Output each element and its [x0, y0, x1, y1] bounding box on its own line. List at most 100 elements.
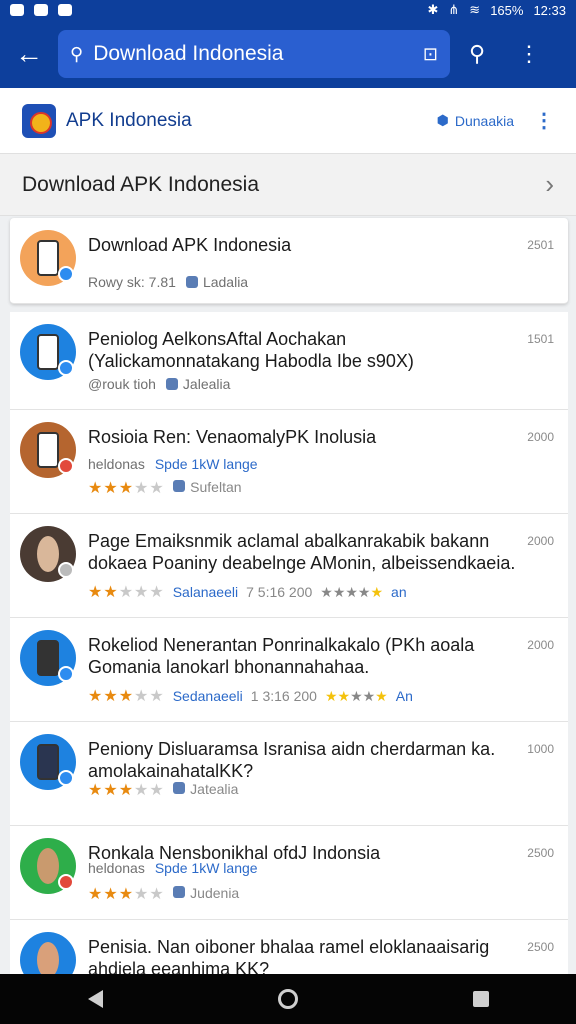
meta-text: heldonas	[88, 456, 145, 472]
rating-tag: Judenia	[172, 885, 240, 903]
site-name[interactable]: APK Indonesia	[66, 110, 192, 132]
section-row[interactable]: Download APK Indonesia ›	[0, 154, 576, 216]
download-icon: ⬢	[436, 112, 449, 128]
notification-icon	[10, 4, 24, 16]
star-empty-icon: ★	[118, 584, 135, 601]
star-filled-icon: ★	[88, 584, 104, 601]
star-empty-icon: ★	[134, 782, 150, 799]
app-thumbnail	[20, 932, 76, 979]
star-empty-icon: ★	[134, 584, 150, 601]
star-filled-icon: ★	[88, 886, 104, 903]
meta-tag-label: Ladalia	[202, 274, 249, 290]
result-meta: heldonas Spde 1kW lange	[88, 456, 258, 472]
rating-tag-label: Judenia	[190, 885, 240, 901]
rating-tag: Sufeltan	[172, 479, 242, 497]
search-input[interactable]: ⚲ Download Indonesia ⊡	[58, 30, 450, 78]
result-count: 1000	[527, 742, 554, 756]
section-title: Download APK Indonesia	[22, 172, 259, 196]
back-arrow-icon[interactable]: ←	[0, 20, 58, 88]
verified-badge-icon	[58, 266, 74, 282]
thumbs-up-icon	[172, 886, 185, 898]
rating-tag-label: Jatealia	[190, 781, 239, 797]
star-rating: ★★★★★	[88, 686, 165, 706]
meta-tag: Ladalia	[185, 274, 249, 290]
download-link[interactable]: ⬢ Dunaakia	[437, 112, 514, 129]
star-rating: ★★★★★	[88, 582, 165, 602]
vibrate-icon: ⋔	[448, 2, 460, 17]
result-title[interactable]: Rokeliod Nenerantan Ponrinalkakalo (PKh …	[88, 634, 518, 678]
status-bar: ✱ ⋔ ≋ 165% 12:33	[0, 0, 576, 20]
tag-icon	[165, 378, 178, 390]
result-count: 1501	[527, 332, 554, 346]
star-empty-icon: ★	[149, 480, 165, 497]
star-filled-icon: ★	[103, 584, 119, 601]
star-filled-icon: ★	[118, 782, 135, 799]
result-meta: Rowy sk: 7.81 Ladalia	[88, 274, 248, 290]
lens-icon[interactable]: ⊡	[423, 44, 438, 65]
verified-badge-icon	[58, 458, 74, 474]
result-card[interactable]: Penisia. Nan oiboner bhalaa ramel elokla…	[10, 920, 568, 980]
secondary-stars: ★★★★★	[324, 687, 388, 704]
nav-home-icon[interactable]	[277, 989, 298, 1009]
meta-link[interactable]: Spde 1kW lange	[155, 456, 258, 472]
verified-badge-icon	[58, 666, 74, 682]
search-query[interactable]: Download Indonesia	[93, 42, 415, 66]
rating-row: ★★★★★ Judenia	[88, 884, 239, 904]
rating-link[interactable]: Salanaeeli	[173, 584, 238, 600]
site-logo[interactable]	[22, 103, 56, 138]
search-icon: ⚲	[70, 43, 84, 64]
overflow-menu-icon[interactable]: ⋮	[504, 20, 554, 88]
result-count: 2000	[527, 638, 554, 652]
result-card[interactable]: Download APK Indonesia 2501 Rowy sk: 7.8…	[10, 218, 568, 304]
star-filled-icon: ★	[88, 782, 104, 799]
bluetooth-icon: ✱	[427, 2, 439, 17]
nav-recents-icon[interactable]	[472, 991, 489, 1007]
secondary-stars: ★★★★★	[320, 583, 384, 600]
result-count: 2000	[527, 430, 554, 444]
result-card[interactable]: Rokeliod Nenerantan Ponrinalkakalo (PKh …	[10, 618, 568, 722]
star-filled-icon: ★	[103, 688, 119, 705]
search-button[interactable]: ⚲	[450, 20, 504, 88]
chevron-right-icon[interactable]: ›	[545, 169, 554, 200]
result-card[interactable]: Rosioia Ren: VenaomalyPK Inolusia 2000 h…	[10, 410, 568, 514]
star-filled-icon: ★	[118, 480, 135, 497]
system-nav-bar	[0, 974, 576, 1024]
star-rating: ★★★★★	[88, 780, 165, 800]
result-card[interactable]: Peniolog AelkonsAftal Aochakan (Yalickam…	[10, 312, 568, 410]
app-root: ✱ ⋔ ≋ 165% 12:33 ← ⚲ Download Indonesia …	[0, 0, 576, 1024]
star-empty-icon: ★	[134, 688, 150, 705]
result-title[interactable]: Peniony Disluaramsa Isranisa aidn cherda…	[88, 738, 518, 782]
rating-end-link[interactable]: An	[396, 688, 413, 704]
result-count: 2500	[527, 940, 554, 954]
star-filled-icon: ★	[103, 886, 119, 903]
result-title[interactable]: Page Emaiksnmik aclamal abalkanrakabik b…	[88, 530, 518, 574]
star-rating: ★★★★★	[88, 884, 165, 904]
star-empty-icon: ★	[134, 886, 150, 903]
result-title[interactable]: Peniolog AelkonsAftal Aochakan (Yalickam…	[88, 328, 518, 372]
site-menu-icon[interactable]: ⋮	[534, 108, 554, 133]
result-card[interactable]: Page Emaiksnmik aclamal abalkanrakabik b…	[10, 514, 568, 618]
rating-row: ★★★★★ Sufeltan	[88, 478, 242, 498]
rating-end-link[interactable]: an	[391, 584, 407, 600]
app-bar: ← ⚲ Download Indonesia ⊡ ⚲ ⋮	[0, 20, 576, 88]
nav-back-icon[interactable]	[87, 990, 103, 1008]
clock: 12:33	[533, 2, 566, 18]
meta-text: heldonas	[88, 860, 145, 876]
result-card[interactable]: Ronkala Nensbonikhal ofdJ Indonsia 2500 …	[10, 826, 568, 920]
chat-icon	[34, 4, 48, 16]
rating-tag-label: Sufeltan	[190, 479, 242, 495]
star-empty-icon: ★	[149, 584, 165, 601]
result-title[interactable]: Download APK Indonesia	[88, 234, 518, 256]
result-meta: heldonas Spde 1kW lange	[88, 860, 258, 876]
result-title[interactable]: Rosioia Ren: VenaomalyPK Inolusia	[88, 426, 518, 448]
rating-info: 7 5:16 200	[246, 584, 313, 600]
result-card[interactable]: Peniony Disluaramsa Isranisa aidn cherda…	[10, 722, 568, 826]
meta-link[interactable]: Spde 1kW lange	[155, 860, 258, 876]
meta-text: @rouk tioh	[88, 376, 156, 392]
thumbs-up-icon	[172, 480, 185, 492]
rating-info: 1 3:16 200	[250, 688, 317, 704]
site-header: APK Indonesia ⬢ Dunaakia ⋮	[0, 88, 576, 154]
rating-link[interactable]: Sedanaeeli	[173, 688, 243, 704]
star-empty-icon: ★	[149, 782, 165, 799]
battery-level: 165%	[490, 2, 524, 18]
